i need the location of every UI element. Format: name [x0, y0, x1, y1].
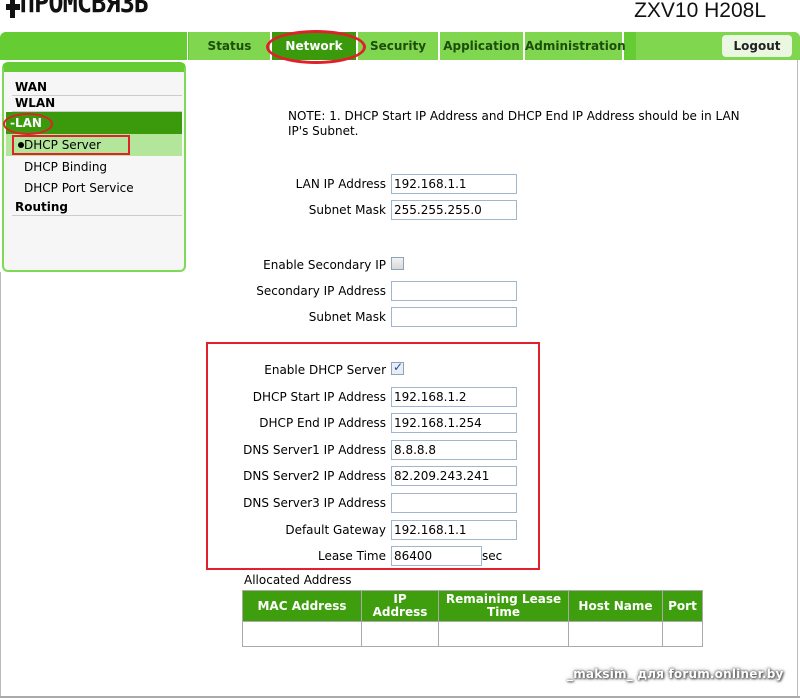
dhcp-note: NOTE: 1. DHCP Start IP Address and DHCP …	[288, 109, 740, 138]
sidebar-item-dhcp-port-service[interactable]: DHCP Port Service	[20, 178, 180, 198]
dns3-row: DNS Server3 IP Address	[200, 493, 530, 513]
lease-time-label: Lease Time	[317, 549, 386, 563]
enable-secondary-ip-row: Enable Secondary IP	[200, 255, 530, 275]
sidebar-item-lan[interactable]: -LAN	[6, 112, 182, 134]
dhcp-start-row: DHCP Start IP Address	[200, 387, 530, 407]
enable-dhcp-checkbox[interactable]	[391, 360, 404, 375]
column-host-name: Host Name	[568, 590, 663, 622]
allocated-address-table: MAC Address IP Address Remaining Lease T…	[242, 590, 703, 647]
tab-network[interactable]: Network	[272, 32, 358, 60]
sidebar-menu: WAN WLAN -LAN DHCP Server DHCP Binding D…	[2, 62, 186, 272]
table-header-row: MAC Address IP Address Remaining Lease T…	[242, 590, 703, 622]
sidebar-item-dhcp-binding[interactable]: DHCP Binding	[20, 157, 180, 177]
subnet-mask-label: Subnet Mask	[308, 203, 386, 217]
device-model: ZXV10 H208L	[634, 0, 766, 22]
column-mac-address: MAC Address	[242, 590, 362, 622]
secondary-subnet-row: Subnet Mask	[200, 307, 530, 327]
subnet-mask-input[interactable]	[391, 200, 517, 220]
dns1-row: DNS Server1 IP Address	[200, 440, 530, 460]
dhcp-end-label: DHCP End IP Address	[259, 416, 386, 430]
table-row	[242, 621, 703, 647]
subnet-mask-row: Subnet Mask	[200, 200, 530, 220]
sidebar-item-routing[interactable]: Routing	[12, 200, 182, 216]
sidebar-item-wan[interactable]: WAN	[12, 80, 182, 96]
cell-ip-address	[361, 621, 439, 647]
column-port: Port	[662, 590, 703, 622]
secondary-subnet-label: Subnet Mask	[308, 310, 386, 324]
default-gateway-input[interactable]	[391, 520, 517, 540]
dns1-label: DNS Server1 IP Address	[243, 443, 386, 457]
dhcp-end-input[interactable]	[391, 413, 517, 433]
dns1-input[interactable]	[391, 440, 517, 460]
cell-host-name	[568, 621, 663, 647]
lease-time-input[interactable]	[391, 546, 482, 566]
sidebar-item-dhcp-server[interactable]: DHCP Server	[12, 135, 130, 155]
tab-administration[interactable]: Administration	[525, 32, 626, 60]
enable-secondary-ip-checkbox[interactable]	[391, 257, 404, 270]
column-remaining-lease-time: Remaining Lease Time	[438, 590, 569, 622]
lan-ip-input[interactable]	[391, 174, 517, 194]
dns2-label: DNS Server2 IP Address	[243, 469, 386, 483]
secondary-subnet-input[interactable]	[391, 307, 517, 327]
column-ip-address: IP Address	[361, 590, 439, 622]
cell-remaining-lease-time	[438, 621, 569, 647]
logo-text: ПРОМСВЯЗЬ	[19, 0, 149, 18]
secondary-ip-label: Secondary IP Address	[256, 284, 386, 298]
tab-application[interactable]: Application	[440, 32, 525, 60]
nav-tabs: Status Network Security Application Admi…	[189, 32, 626, 60]
dns3-label: DNS Server3 IP Address	[243, 496, 386, 510]
secondary-ip-row: Secondary IP Address	[200, 281, 530, 301]
sidebar-item-label: DHCP Server	[24, 138, 102, 152]
nav-left-spacer	[0, 32, 188, 60]
tab-status[interactable]: Status	[189, 32, 272, 60]
lease-time-row: Lease Time sec	[200, 546, 530, 566]
enable-secondary-ip-label: Enable Secondary IP	[263, 258, 386, 272]
cell-mac-address	[242, 621, 362, 647]
dhcp-end-row: DHCP End IP Address	[200, 413, 530, 433]
allocated-address-title: Allocated Address	[244, 573, 352, 587]
secondary-ip-input[interactable]	[391, 281, 517, 301]
enable-dhcp-label: Enable DHCP Server	[264, 363, 386, 377]
dhcp-start-input[interactable]	[391, 387, 517, 407]
lan-ip-row: LAN IP Address	[200, 174, 530, 194]
dns2-row: DNS Server2 IP Address	[200, 466, 530, 486]
default-gateway-label: Default Gateway	[285, 523, 386, 537]
enable-dhcp-row: Enable DHCP Server	[200, 360, 530, 380]
content-right-border	[797, 60, 798, 698]
nav-right-area: Logout	[636, 32, 800, 60]
content-left-border	[0, 272, 1, 698]
dns3-input[interactable]	[391, 493, 517, 513]
dhcp-start-label: DHCP Start IP Address	[252, 390, 386, 404]
bullet-icon	[18, 142, 24, 148]
lan-ip-label: LAN IP Address	[295, 177, 386, 191]
tab-security[interactable]: Security	[358, 32, 440, 60]
lease-time-unit: sec	[482, 549, 503, 563]
logout-button[interactable]: Logout	[722, 35, 792, 57]
top-nav: Status Network Security Application Admi…	[0, 32, 800, 60]
brand-logo: ПРОМСВЯЗЬ	[0, 0, 240, 18]
default-gateway-row: Default Gateway	[200, 520, 530, 540]
watermark-text: _maksim_ для forum.onliner.by	[567, 667, 784, 681]
dns2-input[interactable]	[391, 466, 517, 486]
sidebar-item-wlan[interactable]: WLAN	[12, 96, 182, 112]
cell-port	[662, 621, 703, 647]
